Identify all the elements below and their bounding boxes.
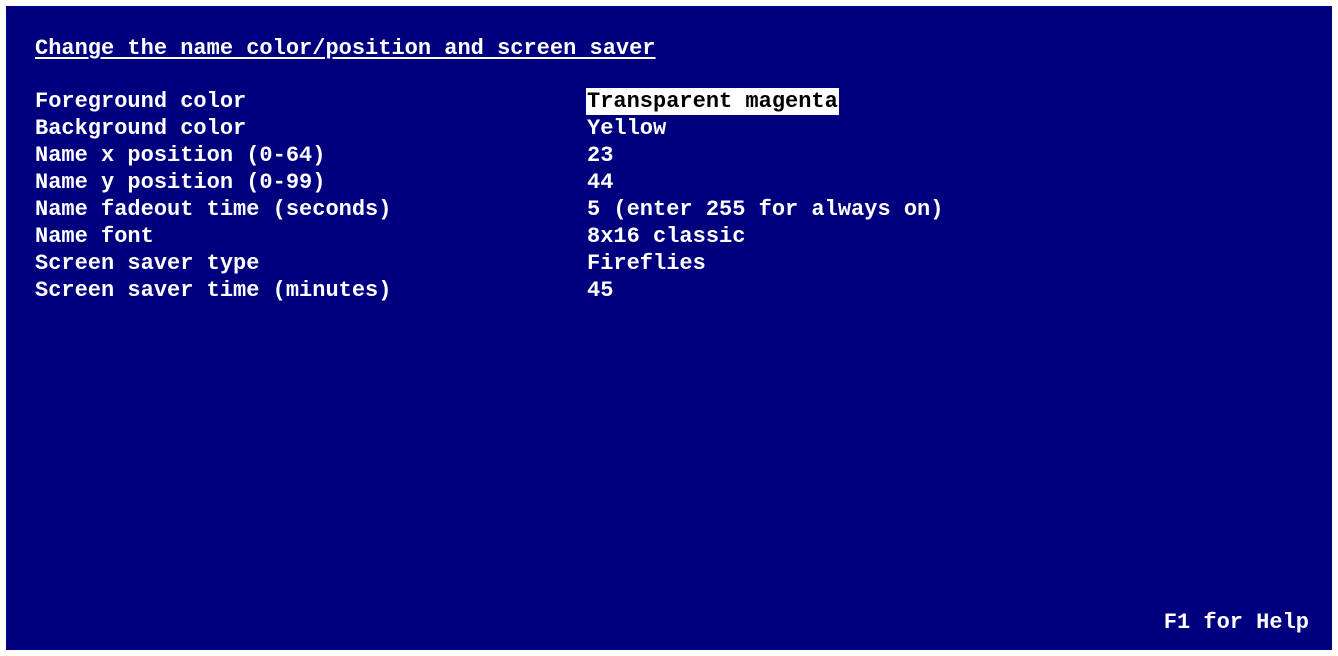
setting-label: Name x position (0-64)	[35, 143, 326, 168]
setting-row-screen-saver-time[interactable]: Screen saver time (minutes) 45	[35, 277, 944, 304]
page-title: Change the name color/position and scree…	[35, 36, 656, 61]
setting-value-name-font[interactable]: 8x16 classic	[586, 223, 746, 250]
setting-value-name-x-position[interactable]: 23	[586, 142, 614, 169]
setting-value-screen-saver-type[interactable]: Fireflies	[586, 250, 707, 277]
setting-row-foreground-color[interactable]: Foreground color Transparent magenta	[35, 88, 944, 115]
setting-value-background-color[interactable]: Yellow	[586, 115, 667, 142]
settings-list: Foreground color Transparent magenta Bac…	[35, 88, 944, 304]
setting-label: Screen saver time (minutes)	[35, 278, 392, 303]
setting-value-name-y-position[interactable]: 44	[586, 169, 614, 196]
setting-value-foreground-color[interactable]: Transparent magenta	[586, 88, 839, 115]
setting-label: Background color	[35, 116, 247, 141]
help-hint: F1 for Help	[1163, 610, 1309, 635]
settings-screen: Change the name color/position and scree…	[6, 6, 1332, 650]
setting-row-name-fadeout-time[interactable]: Name fadeout time (seconds) 5 (enter 255…	[35, 196, 944, 223]
setting-label: Name font	[35, 224, 154, 249]
setting-label: Screen saver type	[35, 251, 260, 276]
setting-label: Name fadeout time (seconds)	[35, 197, 392, 222]
setting-label: Foreground color	[35, 89, 247, 114]
setting-label: Name y position (0-99)	[35, 170, 326, 195]
setting-row-background-color[interactable]: Background color Yellow	[35, 115, 944, 142]
setting-value-name-fadeout-time[interactable]: 5 (enter 255 for always on)	[586, 196, 944, 223]
setting-row-name-y-position[interactable]: Name y position (0-99) 44	[35, 169, 944, 196]
setting-row-name-font[interactable]: Name font 8x16 classic	[35, 223, 944, 250]
setting-row-screen-saver-type[interactable]: Screen saver type Fireflies	[35, 250, 944, 277]
setting-value-screen-saver-time[interactable]: 45	[586, 277, 614, 304]
setting-row-name-x-position[interactable]: Name x position (0-64) 23	[35, 142, 944, 169]
